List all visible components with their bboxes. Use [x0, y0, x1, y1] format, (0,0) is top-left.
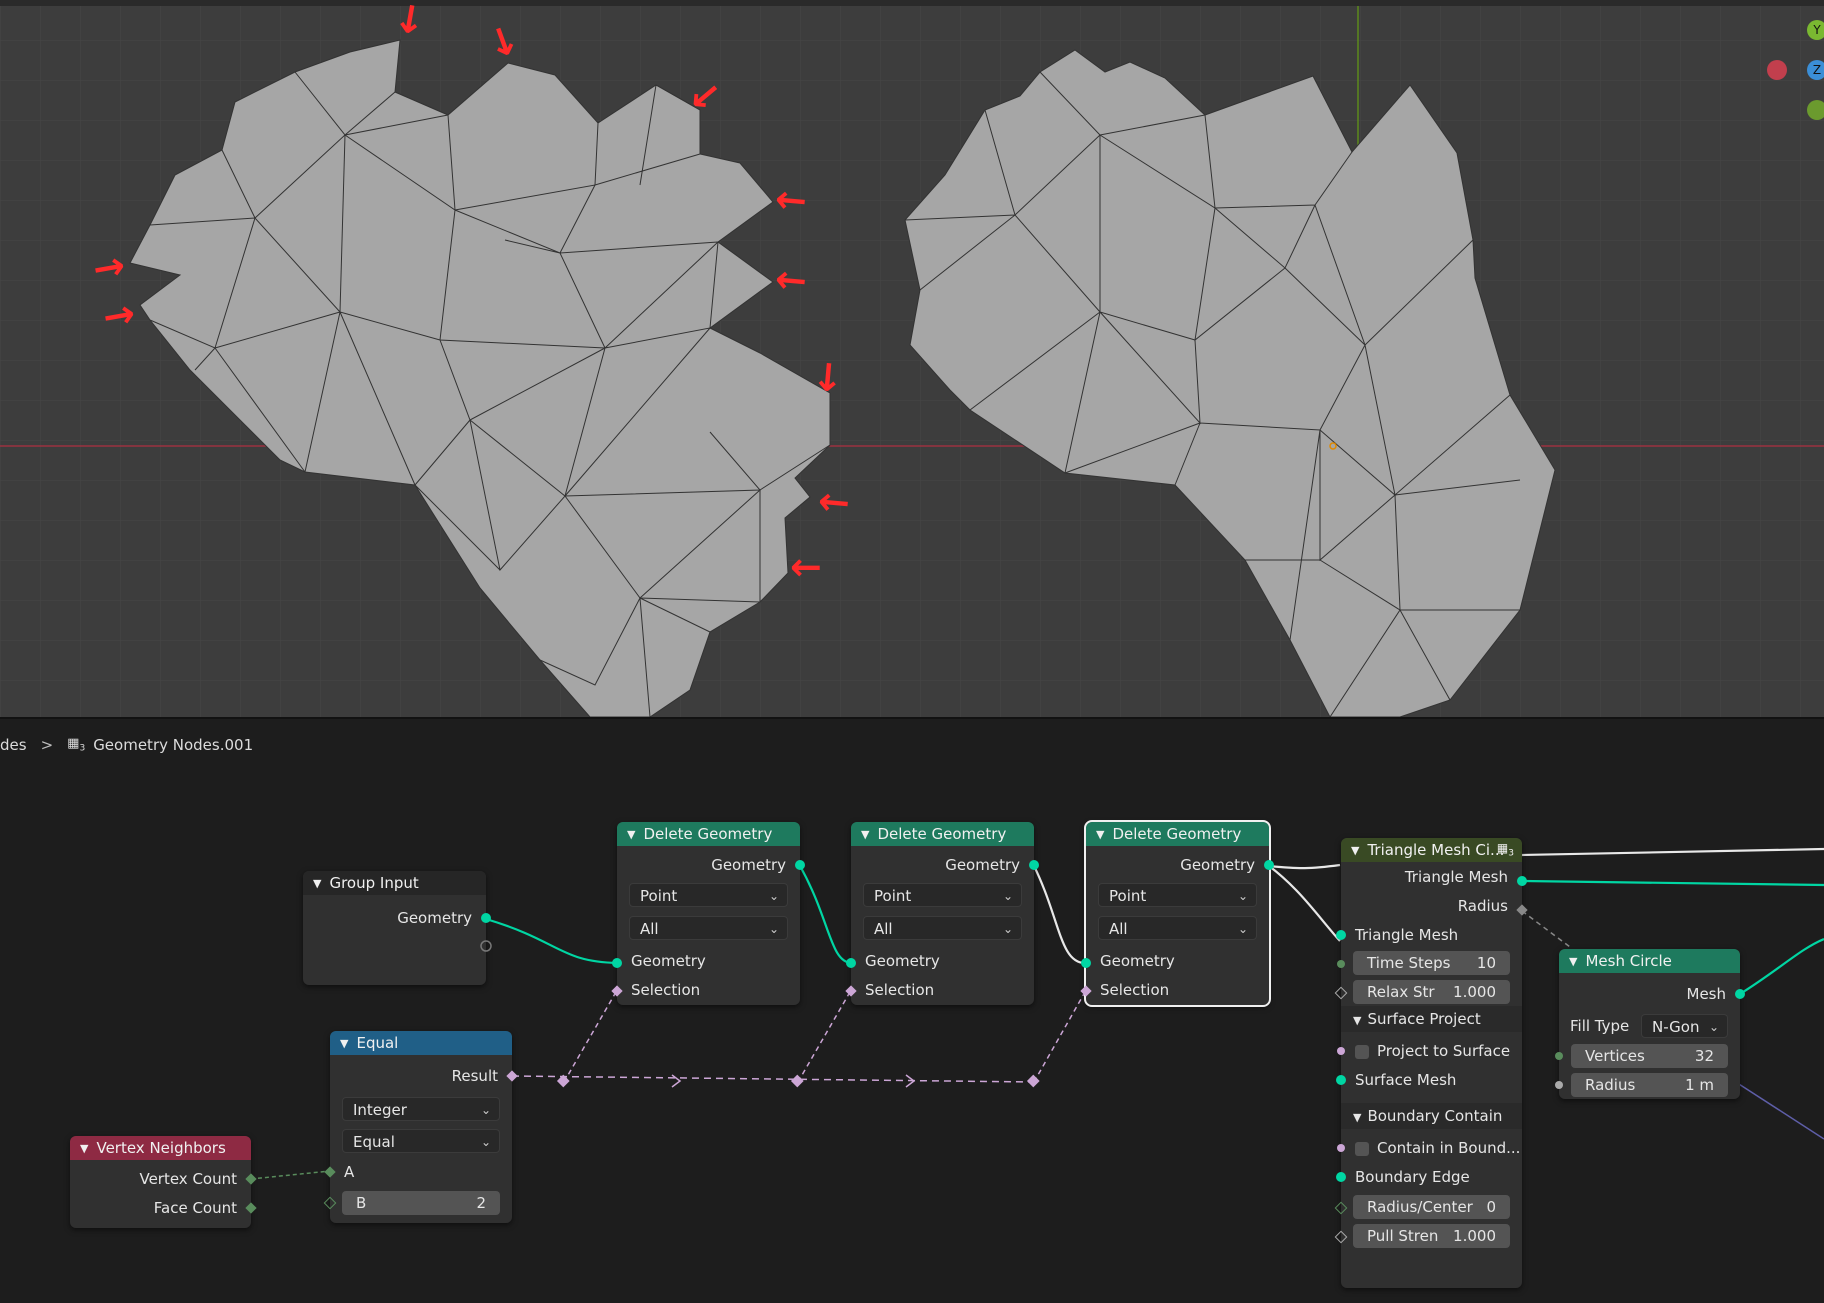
link-triangle-out [1521, 879, 1824, 887]
annotation-arrow: → [99, 290, 139, 340]
empty-socket [480, 940, 492, 952]
group-input-node[interactable]: ▼ Group Input Geometry [303, 871, 492, 985]
link-top-out [1521, 847, 1824, 857]
annotation-arrow: → [386, 0, 436, 39]
delete-geometry-node-1[interactable]: ▼ Delete Geometry Geometry Point ⌄ All ⌄ G… [611, 822, 805, 1005]
annotation-arrow: → [790, 547, 822, 591]
triangle-mesh-circle-node[interactable]: ▼ Triangle Mesh Ci... ▦3 Triangle Mesh R… [1334, 838, 1528, 1288]
annotation-arrow: → [773, 258, 809, 306]
annotation-arrow: → [816, 480, 852, 528]
gizmo-neg-x-axis[interactable] [1767, 60, 1787, 80]
delete-geometry-node-3[interactable]: ▼ Delete Geometry Geometry Point ⌄ All ⌄ G… [1080, 820, 1274, 1007]
gizmo-y-axis[interactable]: Y [1807, 20, 1824, 40]
delete-geometry-node-2[interactable]: ▼ Delete Geometry Geometry Point ⌄ All ⌄ G… [845, 822, 1039, 1005]
vertex-neighbors-node[interactable]: ▼ Vertex Neighbors Vertex Count Face Cou… [70, 1136, 257, 1228]
annotation-arrow: → [89, 242, 129, 292]
geometry-output-socket [481, 913, 491, 923]
annotation-arrow: → [773, 178, 809, 226]
node-editor[interactable]: des > ▦3 Geometry Nodes.001 ▼ Group Inpu… [0, 719, 1824, 1303]
link-equal-result [511, 1075, 1035, 1083]
gizmo-z-axis[interactable]: Z [1807, 60, 1824, 80]
viewport-canvas [0, 6, 1824, 717]
annotation-arrow: → [805, 359, 853, 395]
mesh-circle-node[interactable]: ▼ Mesh Circle Mesh Fill Type N-Gon ⌄ Vert… [1555, 949, 1745, 1099]
3d-viewport[interactable]: → → → → → → → → → → Y Z [0, 0, 1824, 717]
link-group-to-delete1 [485, 917, 619, 965]
gizmo-neg-y-axis[interactable] [1807, 100, 1824, 120]
equal-node[interactable]: ▼ Equal Result Integer ⌄ Equal ⌄ A B2 [323, 1031, 518, 1223]
